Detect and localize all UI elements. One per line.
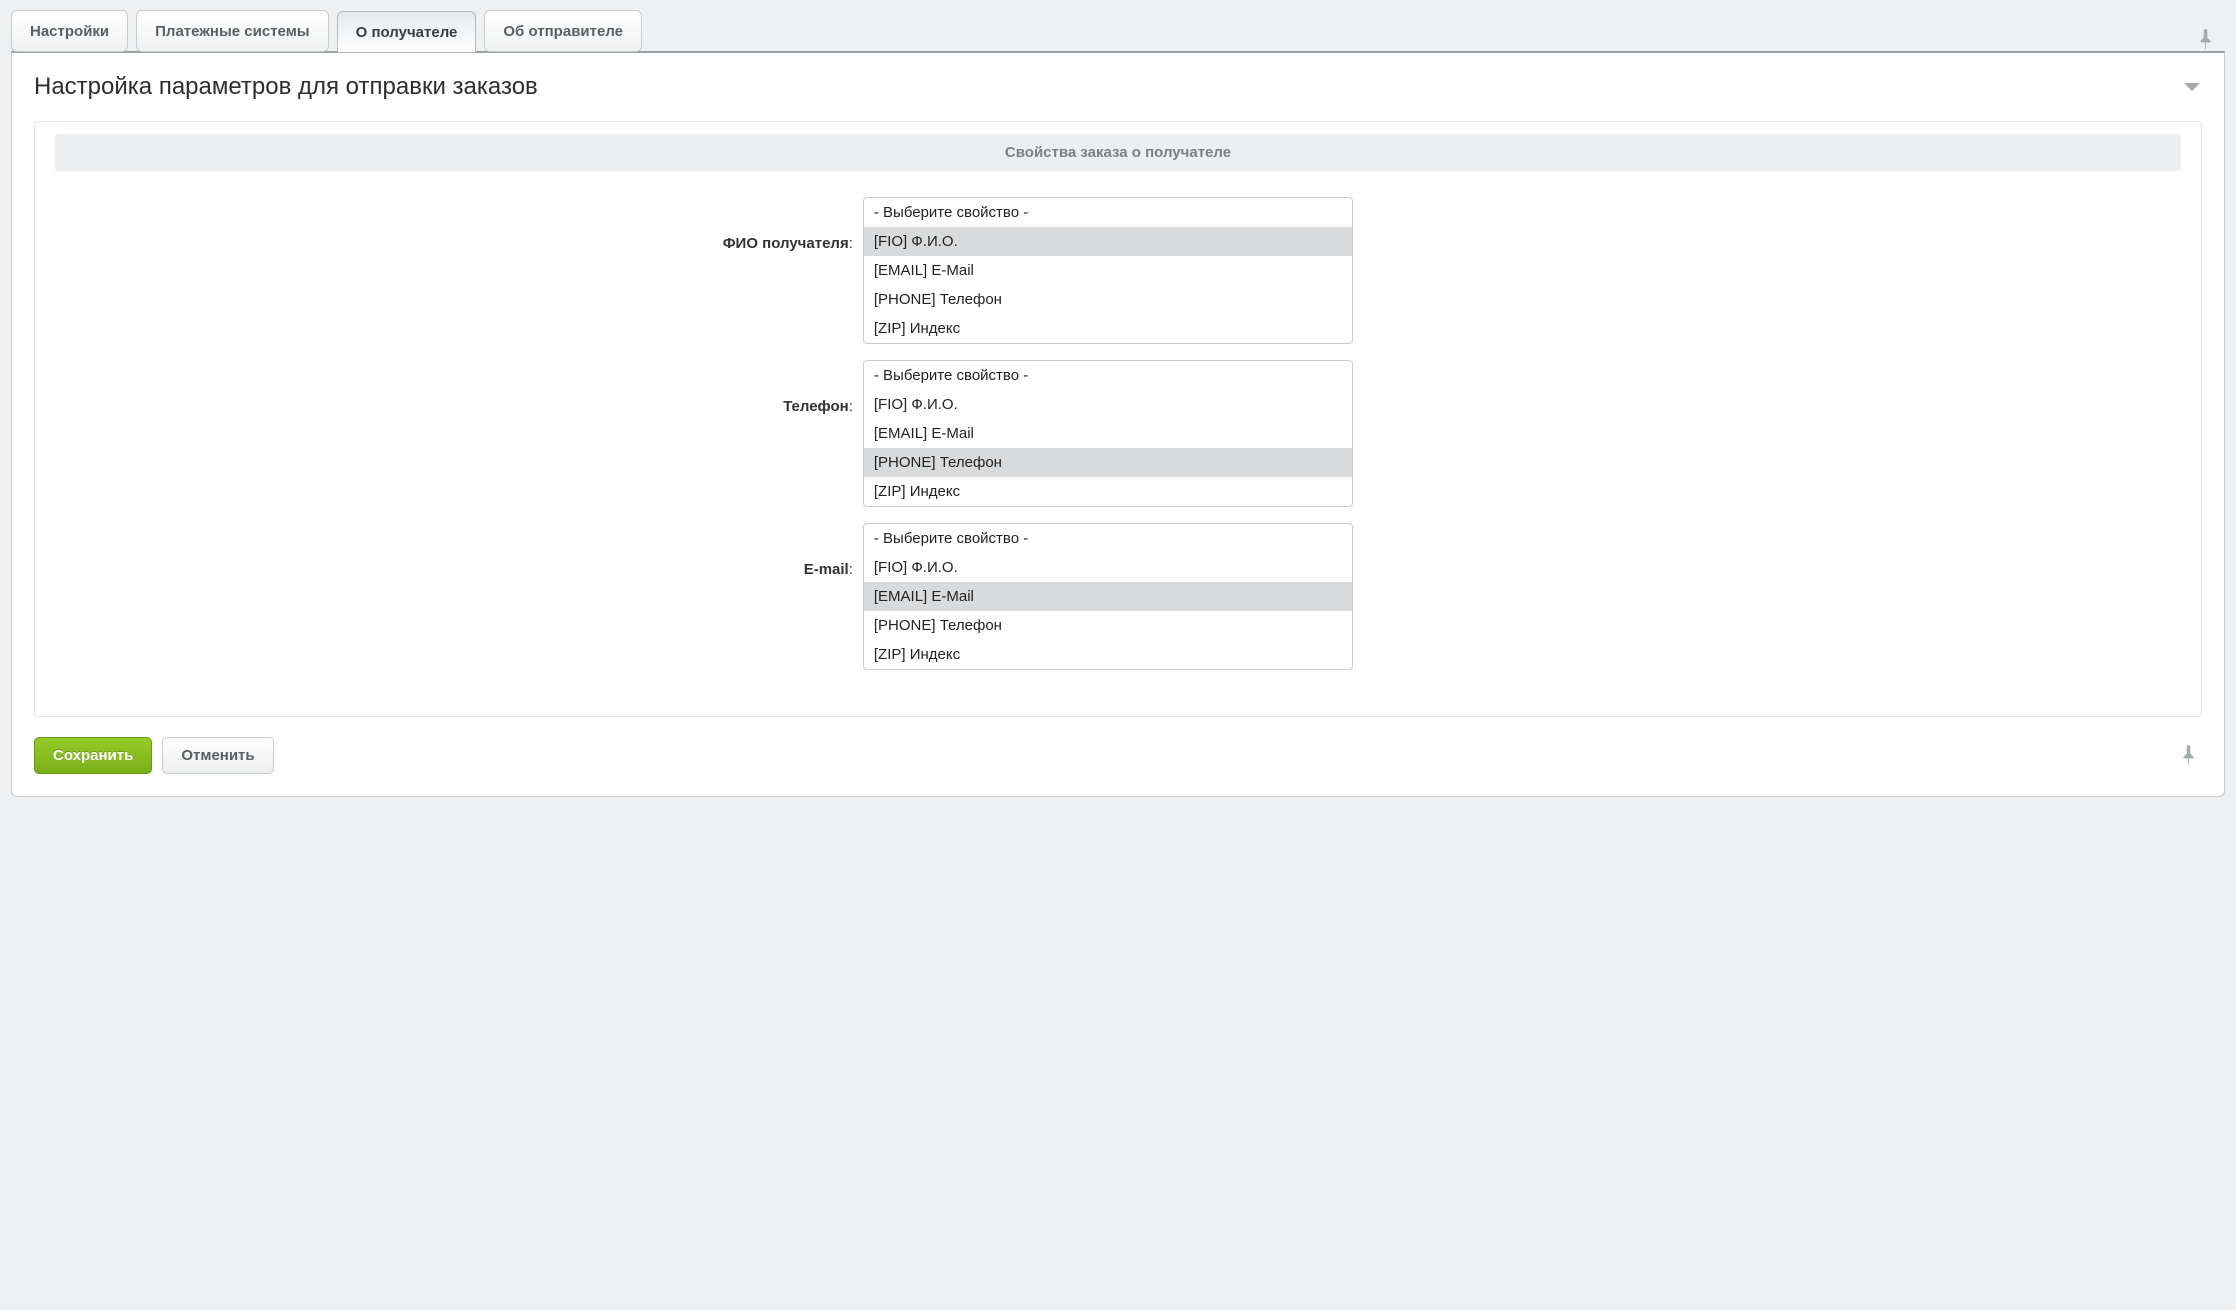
cancel-button[interactable]: Отменить — [162, 737, 273, 774]
settings-panel: Настройка параметров для отправки заказо… — [11, 51, 2225, 797]
property-listbox[interactable]: - Выберите свойство -[FIO] Ф.И.О.[EMAIL]… — [863, 523, 1353, 670]
listbox-option[interactable]: [EMAIL] E-Mail — [864, 582, 1352, 611]
listbox-option[interactable]: [ZIP] Индекс — [864, 640, 1352, 669]
pin-icon[interactable] — [2197, 23, 2225, 51]
field-label: Телефон: — [55, 360, 863, 415]
listbox-option[interactable]: [FIO] Ф.И.О. — [864, 553, 1352, 582]
save-button[interactable]: Сохранить — [34, 737, 152, 774]
listbox-option[interactable]: [EMAIL] E-Mail — [864, 419, 1352, 448]
field-control: - Выберите свойство -[FIO] Ф.И.О.[EMAIL]… — [863, 197, 2181, 344]
field-control: - Выберите свойство -[FIO] Ф.И.О.[EMAIL]… — [863, 360, 2181, 507]
listbox-option[interactable]: [PHONE] Телефон — [864, 611, 1352, 640]
tab-3[interactable]: Об отправителе — [484, 10, 642, 52]
field-row: E-mail:- Выберите свойство -[FIO] Ф.И.О.… — [55, 523, 2181, 670]
field-control: - Выберите свойство -[FIO] Ф.И.О.[EMAIL]… — [863, 523, 2181, 670]
listbox-option[interactable]: [PHONE] Телефон — [864, 285, 1352, 314]
form-box: Свойства заказа о получателе ФИО получат… — [34, 121, 2202, 717]
property-listbox[interactable]: - Выберите свойство -[FIO] Ф.И.О.[EMAIL]… — [863, 197, 1353, 344]
tab-0[interactable]: Настройки — [11, 10, 128, 52]
footer-row: Сохранить Отменить — [34, 737, 2202, 774]
field-row: ФИО получателя:- Выберите свойство -[FIO… — [55, 197, 2181, 344]
tab-1[interactable]: Платежные системы — [136, 10, 328, 52]
listbox-option[interactable]: [FIO] Ф.И.О. — [864, 227, 1352, 256]
panel-title: Настройка параметров для отправки заказо… — [34, 73, 538, 101]
property-listbox[interactable]: - Выберите свойство -[FIO] Ф.И.О.[EMAIL]… — [863, 360, 1353, 507]
tab-2[interactable]: О получателе — [337, 11, 477, 53]
tabs-row: НастройкиПлатежные системыО получателеОб… — [11, 9, 2225, 51]
field-label: E-mail: — [55, 523, 863, 578]
listbox-option[interactable]: - Выберите свойство - — [864, 198, 1352, 227]
listbox-option[interactable]: [FIO] Ф.И.О. — [864, 390, 1352, 419]
listbox-option[interactable]: [ZIP] Индекс — [864, 314, 1352, 343]
listbox-option[interactable]: - Выберите свойство - — [864, 524, 1352, 553]
listbox-option[interactable]: - Выберите свойство - — [864, 361, 1352, 390]
pin-icon[interactable] — [2180, 745, 2202, 767]
listbox-option[interactable]: [ZIP] Индекс — [864, 477, 1352, 506]
listbox-option[interactable]: [EMAIL] E-Mail — [864, 256, 1352, 285]
section-title: Свойства заказа о получателе — [55, 134, 2181, 171]
listbox-option[interactable]: [PHONE] Телефон — [864, 448, 1352, 477]
collapse-icon[interactable] — [2182, 79, 2202, 96]
field-label: ФИО получателя: — [55, 197, 863, 252]
field-row: Телефон:- Выберите свойство -[FIO] Ф.И.О… — [55, 360, 2181, 507]
